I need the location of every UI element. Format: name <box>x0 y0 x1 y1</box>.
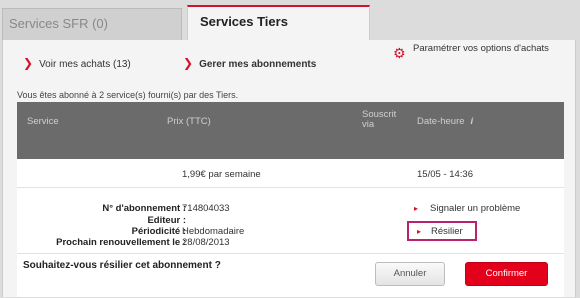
subscription-price: 1,99€ par semaine <box>182 169 261 180</box>
resilier-label: Résilier <box>431 226 463 237</box>
signaler-probleme-link[interactable]: ▸ Signaler un problème <box>414 203 520 214</box>
triangle-right-icon: ▸ <box>414 204 419 213</box>
gears-icon: ⚙ <box>393 45 406 61</box>
confirmation-bar: Souhaitez-vous résilier cet abonnement ?… <box>17 253 564 298</box>
column-header-souscrit: Souscrit via <box>362 110 396 130</box>
triangle-right-icon: ▸ <box>417 227 422 236</box>
parametrer-options-link[interactable]: ⚙ Paramétrer vos options d'achats <box>393 43 573 61</box>
numero-abonnement-label: N° d'abonnement : <box>102 203 186 214</box>
gerer-abonnements-label: Gerer mes abonnements <box>199 59 317 70</box>
subscription-detail-card: 1,99€ par semaine 15/05 - 14:36 N° d'abo… <box>17 159 564 297</box>
signaler-probleme-label: Signaler un problème <box>430 203 521 214</box>
renouvellement-value: 28/08/2013 <box>182 237 230 248</box>
editeur-label: Editeur : <box>147 215 186 226</box>
annuler-button[interactable]: Annuler <box>375 262 445 286</box>
confirmer-button[interactable]: Confirmer <box>465 262 548 286</box>
tab-services-sfr-label: Services SFR (0) <box>9 16 108 31</box>
periodicite-value: Hebdomadaire <box>182 226 245 237</box>
subscription-count-text: Vous êtes abonné à 2 service(s) fourni(s… <box>17 90 239 100</box>
resilier-inner: ▸ Résilier <box>417 226 463 237</box>
gerer-abonnements-link[interactable]: ❯ Gerer mes abonnements <box>183 56 316 70</box>
column-header-souscrit-line2: via <box>362 119 375 130</box>
column-header-date: Date-heure i <box>417 116 473 127</box>
periodicite-label: Périodicité : <box>131 226 186 237</box>
renouvellement-label: Prochain renouvellement le : <box>56 237 186 248</box>
table-separator <box>17 139 564 159</box>
table-header: Service Prix (TTC) Souscrit via Date-heu… <box>17 102 564 139</box>
column-header-service: Service <box>27 116 59 127</box>
chevron-right-icon: ❯ <box>23 56 34 70</box>
resilier-link[interactable]: ▸ Résilier <box>407 221 477 241</box>
tab-services-tiers[interactable]: Services Tiers <box>187 5 370 41</box>
voir-achats-label: Voir mes achats (13) <box>39 59 131 70</box>
column-header-date-label: Date-heure <box>417 116 465 127</box>
table-row: 1,99€ par semaine 15/05 - 14:36 <box>17 159 564 188</box>
confirmation-question: Souhaitez-vous résilier cet abonnement ? <box>23 260 221 271</box>
chevron-right-icon: ❯ <box>183 56 194 70</box>
subscription-datetime: 15/05 - 14:36 <box>417 169 473 180</box>
info-icon[interactable]: i <box>471 116 474 127</box>
tab-services-tiers-label: Services Tiers <box>200 14 288 29</box>
voir-achats-link[interactable]: ❯ Voir mes achats (13) <box>23 56 131 70</box>
tab-services-sfr[interactable]: Services SFR (0) <box>2 8 182 40</box>
column-header-prix: Prix (TTC) <box>167 116 211 127</box>
services-tiers-panel: ❯ Voir mes achats (13) ❯ Gerer mes abonnem… <box>2 40 576 297</box>
tab-bar: Services SFR (0) Services Tiers <box>0 0 580 41</box>
parametrer-options-label: Paramétrer vos options d'achats <box>413 43 549 54</box>
numero-abonnement-value: 714804033 <box>182 203 230 214</box>
